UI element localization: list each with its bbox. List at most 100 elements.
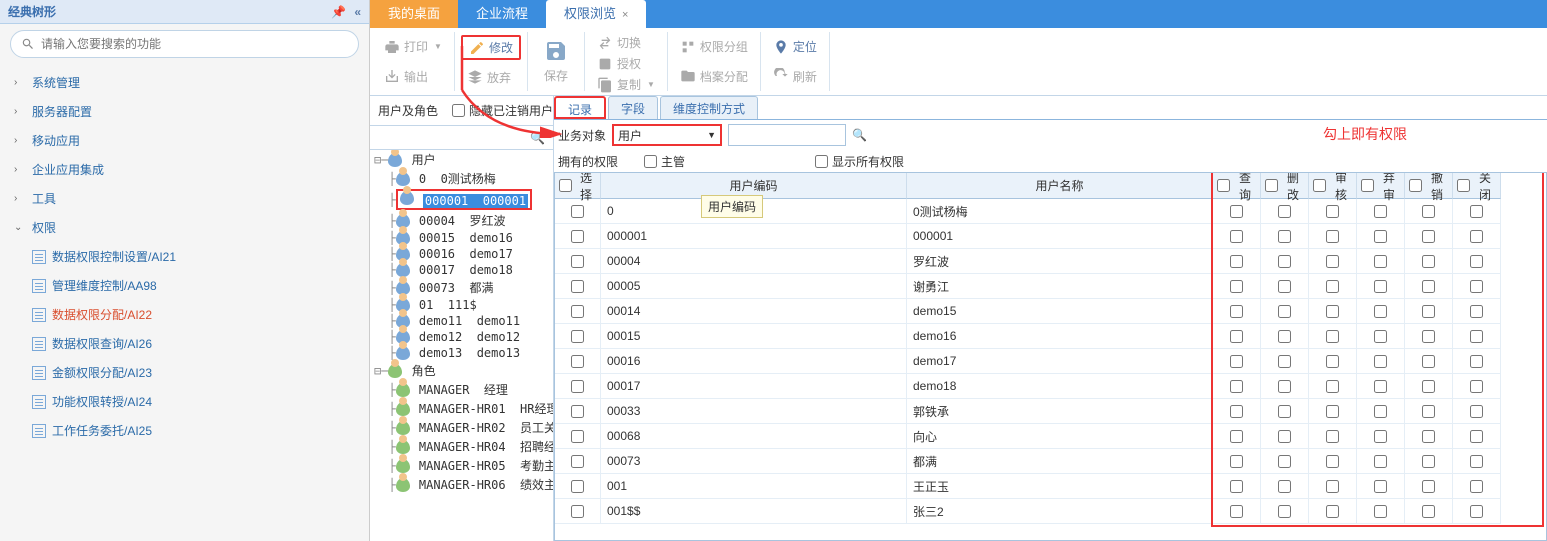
nav-item[interactable]: ›服务器配置 (0, 97, 369, 126)
perm-checkbox[interactable] (1326, 230, 1339, 243)
tree-node[interactable]: ├ 00015 demo16 (370, 230, 553, 246)
bo-search-icon[interactable]: 🔍 (852, 128, 867, 142)
tab[interactable]: 企业流程 (458, 0, 546, 28)
row-select-checkbox[interactable] (571, 480, 584, 493)
perm-checkbox[interactable] (1326, 455, 1339, 468)
perm-checkbox[interactable] (1422, 205, 1435, 218)
tree-node[interactable]: ├ MANAGER-HR04 招聘经 (370, 437, 553, 456)
abandon-button[interactable]: 放弃 (461, 67, 521, 88)
tree-node[interactable]: ├ 01 111$ (370, 297, 553, 313)
perm-checkbox[interactable] (1374, 305, 1387, 318)
subtab[interactable]: 字段 (608, 96, 658, 119)
perm-checkbox[interactable] (1422, 430, 1435, 443)
perm-checkbox[interactable] (1374, 505, 1387, 518)
table-header[interactable]: 弃审 (1357, 173, 1405, 199)
perm-checkbox[interactable] (1326, 405, 1339, 418)
perm-checkbox[interactable] (1278, 380, 1291, 393)
perm-checkbox[interactable] (1422, 405, 1435, 418)
perm-checkbox[interactable] (1278, 280, 1291, 293)
perm-checkbox[interactable] (1374, 355, 1387, 368)
perm-checkbox[interactable] (1374, 205, 1387, 218)
perm-checkbox[interactable] (1278, 480, 1291, 493)
tree-node[interactable]: ├ 000001 000001 (370, 188, 553, 211)
table-header[interactable]: 审核 (1309, 173, 1357, 199)
subtab[interactable]: 维度控制方式 (660, 96, 758, 119)
tree-node[interactable]: ├ demo13 demo13 (370, 345, 553, 361)
subtab[interactable]: 记录 (554, 96, 606, 119)
row-select-checkbox[interactable] (571, 205, 584, 218)
row-select-checkbox[interactable] (571, 455, 584, 468)
tree-node[interactable]: ├ demo11 demo11 (370, 313, 553, 329)
perm-checkbox[interactable] (1230, 330, 1243, 343)
perm-checkbox[interactable] (1470, 255, 1483, 268)
header-checkbox[interactable] (1217, 179, 1230, 192)
supervisor-checkbox[interactable]: 主管 (644, 153, 685, 170)
perm-checkbox[interactable] (1230, 205, 1243, 218)
perm-checkbox[interactable] (1278, 430, 1291, 443)
row-select-checkbox[interactable] (571, 255, 584, 268)
row-select-checkbox[interactable] (571, 280, 584, 293)
row-select-checkbox[interactable] (571, 430, 584, 443)
perm-checkbox[interactable] (1230, 380, 1243, 393)
tree-node[interactable]: ├ MANAGER-HR01 HR经理 (370, 399, 553, 418)
perm-checkbox[interactable] (1278, 355, 1291, 368)
header-checkbox[interactable] (559, 179, 572, 192)
perm-checkbox[interactable] (1278, 505, 1291, 518)
perm-checkbox[interactable] (1278, 330, 1291, 343)
nav-sub-item[interactable]: 数据权限控制设置/AI21 (18, 242, 369, 271)
row-select-checkbox[interactable] (571, 405, 584, 418)
archive-button[interactable]: 档案分配 (674, 66, 754, 87)
tree-node[interactable]: ├ MANAGER-HR06 绩效主 (370, 475, 553, 494)
row-select-checkbox[interactable] (571, 505, 584, 518)
nav-sub-item[interactable]: 数据权限分配/AI22 (18, 300, 369, 329)
perm-checkbox[interactable] (1422, 505, 1435, 518)
tree-node[interactable]: ├ 00017 demo18 (370, 262, 553, 278)
refresh-button[interactable]: 刷新 (767, 66, 823, 87)
tree-node[interactable]: ├ demo12 demo12 (370, 329, 553, 345)
authorize-button[interactable]: 授权 (591, 53, 661, 74)
perm-checkbox[interactable] (1422, 480, 1435, 493)
tree-node[interactable]: ├ 00073 都满 (370, 278, 553, 297)
nav-item[interactable]: ›移动应用 (0, 126, 369, 155)
switch-button[interactable]: 切换 (591, 32, 661, 53)
close-icon[interactable]: × (622, 9, 628, 21)
perm-checkbox[interactable] (1278, 205, 1291, 218)
perm-checkbox[interactable] (1470, 280, 1483, 293)
perm-checkbox[interactable] (1374, 230, 1387, 243)
perm-checkbox[interactable] (1374, 480, 1387, 493)
perm-checkbox[interactable] (1422, 380, 1435, 393)
binoculars-icon[interactable]: 🔍 (530, 131, 545, 145)
perm-checkbox[interactable] (1326, 280, 1339, 293)
perm-checkbox[interactable] (1374, 405, 1387, 418)
perm-checkbox[interactable] (1470, 330, 1483, 343)
perm-checkbox[interactable] (1230, 505, 1243, 518)
collapse-icon[interactable]: « (354, 5, 361, 19)
tree-node[interactable]: ├ 0 0测试杨梅 (370, 169, 553, 188)
table-header[interactable]: 删改 (1261, 173, 1309, 199)
perm-checkbox[interactable] (1326, 480, 1339, 493)
perm-checkbox[interactable] (1278, 255, 1291, 268)
perm-checkbox[interactable] (1422, 230, 1435, 243)
tree-node[interactable]: ├ MANAGER 经理 (370, 380, 553, 399)
tab[interactable]: 我的桌面 (370, 0, 458, 28)
perm-checkbox[interactable] (1374, 280, 1387, 293)
perm-group-button[interactable]: 权限分组 (674, 36, 754, 57)
tree-node[interactable]: ⊟─ 角色 (370, 361, 553, 380)
nav-sub-item[interactable]: 工作任务委托/AI25 (18, 416, 369, 445)
perm-checkbox[interactable] (1230, 280, 1243, 293)
perm-checkbox[interactable] (1230, 430, 1243, 443)
perm-checkbox[interactable] (1470, 455, 1483, 468)
perm-checkbox[interactable] (1230, 480, 1243, 493)
nav-item[interactable]: ›工具 (0, 184, 369, 213)
pin-icon[interactable]: 📌 (331, 5, 346, 19)
row-select-checkbox[interactable] (571, 355, 584, 368)
perm-checkbox[interactable] (1470, 505, 1483, 518)
table-header[interactable]: 选择 (555, 173, 601, 199)
print-button[interactable]: 打印▼ (378, 36, 448, 57)
perm-checkbox[interactable] (1278, 305, 1291, 318)
row-select-checkbox[interactable] (571, 330, 584, 343)
tree-node[interactable]: ├ MANAGER-HR05 考勤主 (370, 456, 553, 475)
perm-checkbox[interactable] (1278, 405, 1291, 418)
perm-checkbox[interactable] (1230, 355, 1243, 368)
tab[interactable]: 权限浏览× (546, 0, 646, 28)
